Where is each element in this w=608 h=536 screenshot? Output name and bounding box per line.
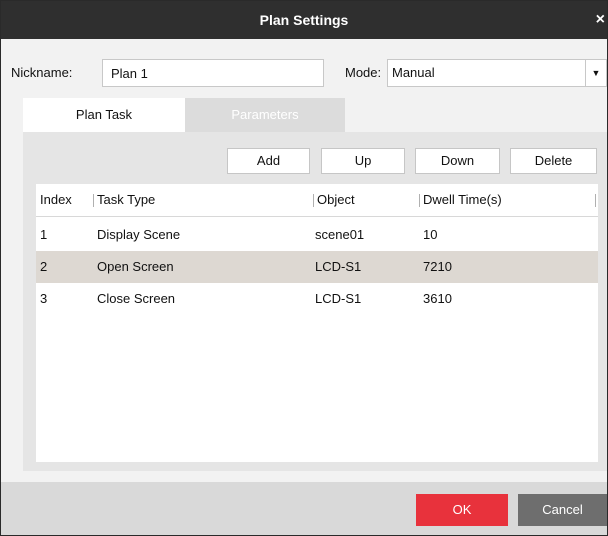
column-separator[interactable] — [93, 194, 94, 207]
add-button[interactable]: Add — [227, 148, 310, 174]
cell-dwell-time: 7210 — [423, 259, 452, 274]
tab-plan-task[interactable]: Plan Task — [23, 98, 185, 132]
nickname-label: Nickname: — [11, 65, 73, 80]
up-button[interactable]: Up — [321, 148, 405, 174]
delete-button[interactable]: Delete — [510, 148, 597, 174]
table-row[interactable]: 3 Close Screen LCD-S1 3610 — [36, 283, 598, 315]
column-header-dwell-time[interactable]: Dwell Time(s) — [423, 184, 502, 216]
cell-object: scene01 — [315, 227, 365, 242]
table-header: Index Task Type Object Dwell Time(s) — [36, 184, 598, 217]
mode-select-value: Manual — [392, 65, 435, 80]
cell-index: 1 — [40, 227, 48, 242]
cell-dwell-time: 3610 — [423, 291, 452, 306]
cell-dwell-time: 10 — [423, 227, 438, 242]
cell-task-type: Open Screen — [97, 259, 174, 274]
chevron-down-icon[interactable]: ▼ — [585, 60, 606, 86]
cell-index: 3 — [40, 291, 48, 306]
dialog-footer — [1, 482, 607, 535]
column-separator[interactable] — [419, 194, 420, 207]
column-separator[interactable] — [313, 194, 314, 207]
column-header-task-type[interactable]: Task Type — [97, 184, 155, 216]
down-button[interactable]: Down — [415, 148, 500, 174]
table-row-selected[interactable]: 2 Open Screen LCD-S1 7210 — [36, 251, 598, 283]
cancel-button[interactable]: Cancel — [518, 494, 607, 526]
cell-task-type: Display Scene — [97, 227, 181, 242]
plan-settings-dialog: Plan Settings × Nickname: Mode: Manual ▼… — [0, 0, 608, 536]
cell-task-type: Close Screen — [97, 291, 176, 306]
task-table: Index Task Type Object Dwell Time(s) 1 D… — [36, 184, 598, 462]
mode-label: Mode: — [345, 65, 382, 80]
column-header-object[interactable]: Object — [317, 184, 355, 216]
close-icon[interactable]: × — [596, 1, 605, 39]
table-row[interactable]: 1 Display Scene scene01 10 — [36, 219, 598, 251]
nickname-field-box — [102, 59, 324, 87]
column-header-index[interactable]: Index — [40, 184, 72, 216]
mode-select[interactable]: Manual ▼ — [387, 59, 607, 87]
column-separator[interactable] — [595, 194, 596, 207]
dialog-title: Plan Settings — [259, 12, 349, 28]
title-bar: Plan Settings × — [1, 1, 607, 39]
cell-object: LCD-S1 — [315, 259, 362, 274]
ok-button[interactable]: OK — [416, 494, 508, 526]
cell-object: LCD-S1 — [315, 291, 362, 306]
cell-index: 2 — [40, 259, 48, 274]
nickname-input[interactable] — [103, 60, 323, 86]
tab-parameters[interactable]: Parameters — [185, 98, 345, 132]
